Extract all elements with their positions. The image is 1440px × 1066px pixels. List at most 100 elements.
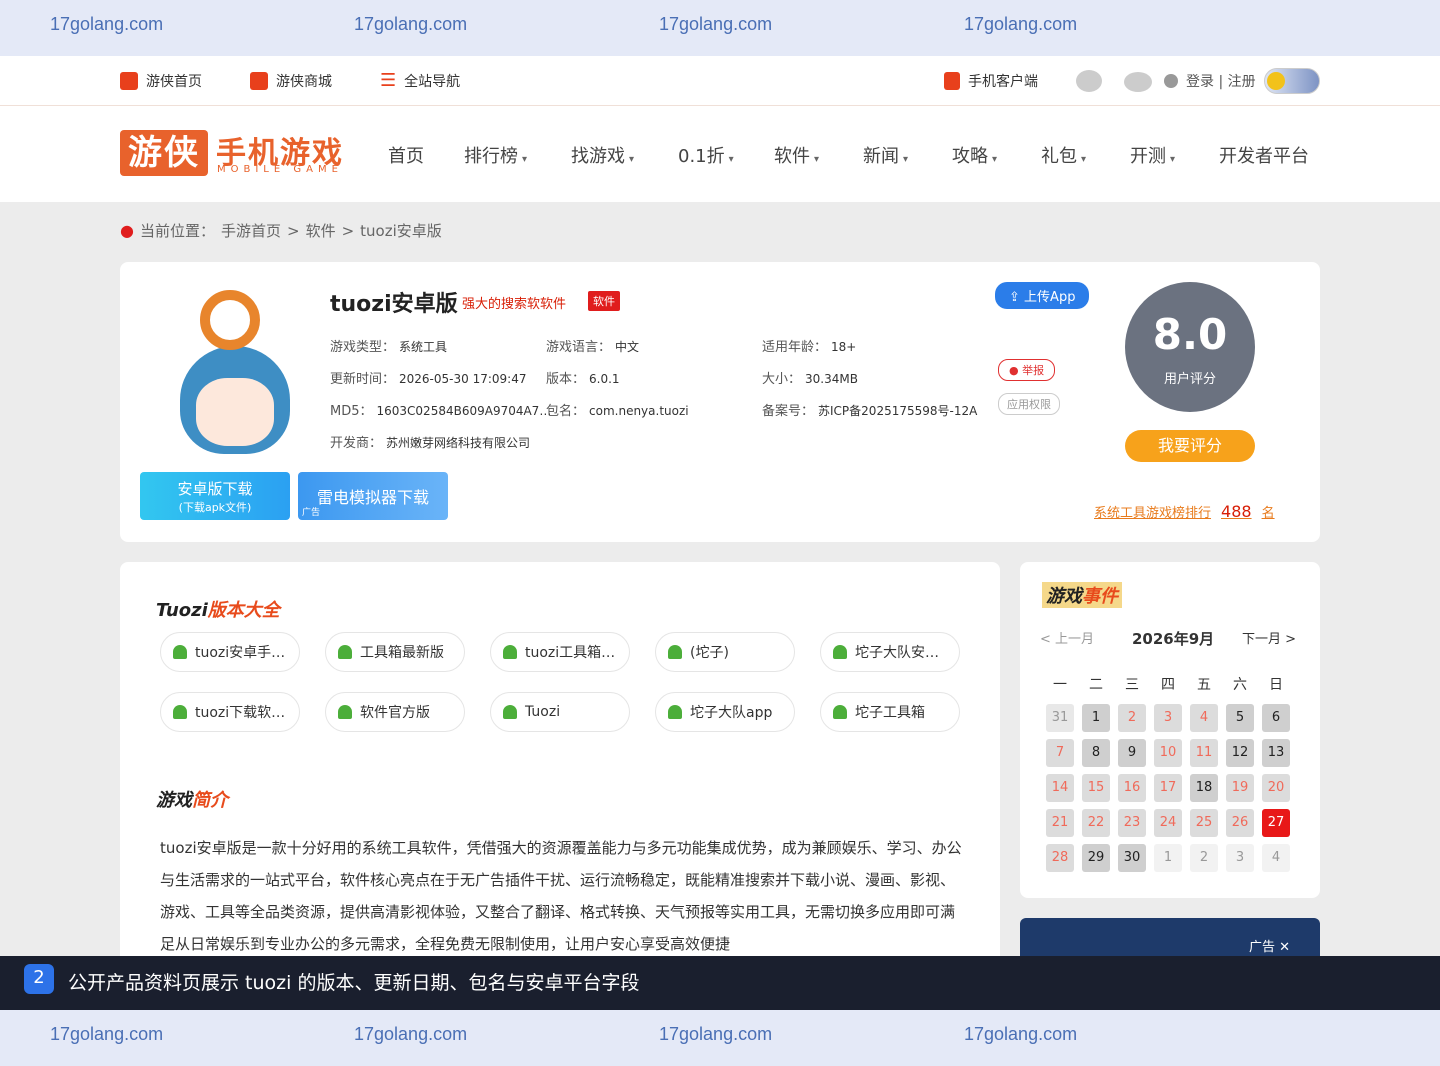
calendar-day[interactable]: 9 <box>1118 739 1146 767</box>
breadcrumb-label: 当前位置： <box>139 222 215 240</box>
mobile-client-link[interactable]: 手机客户端 <box>944 71 1038 91</box>
version-label: 坨子大队app <box>690 705 773 721</box>
next-month-button[interactable]: 下一月 > <box>1242 628 1296 647</box>
watermark-bar-bottom: 17golang.com 17golang.com 17golang.com 1… <box>0 1010 1440 1066</box>
caption-text: 公开产品资料页展示 tuozi 的版本、更新日期、包名与安卓平台字段 <box>68 972 640 994</box>
calendar-day[interactable]: 17 <box>1154 774 1182 802</box>
calendar-day[interactable]: 6 <box>1262 704 1290 732</box>
calendar-day[interactable]: 29 <box>1082 844 1110 872</box>
version-link[interactable]: 坨子工具箱 <box>820 692 960 732</box>
leidian-emulator-download-button[interactable]: 雷电模拟器下载 广告 <box>298 472 448 520</box>
upload-app-button[interactable]: ⇪ 上传App <box>995 282 1090 309</box>
caret-down-icon: ▾ <box>903 154 909 165</box>
nav-home[interactable]: 首页 <box>388 142 424 168</box>
calendar-day[interactable]: 25 <box>1190 809 1218 837</box>
nav-discount[interactable]: 0.1折 ▾ <box>678 142 734 168</box>
watermark-text: 17golang.com <box>964 1024 1078 1044</box>
field-label: 大小： <box>762 372 802 387</box>
calendar-day[interactable]: 1 <box>1082 704 1110 732</box>
sun-icon <box>1267 72 1285 90</box>
calendar-day[interactable]: 22 <box>1082 809 1110 837</box>
version-link[interactable]: 工具箱最新版 <box>325 632 465 672</box>
nav-label: 新闻 <box>863 146 899 167</box>
calendar-day[interactable]: 30 <box>1118 844 1146 872</box>
calendar-day-today[interactable]: 27 <box>1262 809 1290 837</box>
top-nav-mall-link[interactable]: 游侠商城 <box>250 71 332 91</box>
weibo-icon[interactable] <box>1076 70 1102 92</box>
report-button[interactable]: ● 举报 <box>998 359 1056 381</box>
app-title: tuozi安卓版 <box>330 292 458 317</box>
calendar-day[interactable]: 21 <box>1046 809 1074 837</box>
ad-close-button[interactable]: 广告 ✕ <box>1249 936 1290 955</box>
rate-button[interactable]: 我要评分 <box>1125 430 1255 462</box>
nav-news[interactable]: 新闻 ▾ <box>863 142 908 168</box>
calendar-day[interactable]: 15 <box>1082 774 1110 802</box>
calendar-day[interactable]: 12 <box>1226 739 1254 767</box>
calendar-day[interactable]: 13 <box>1262 739 1290 767</box>
prev-month-button[interactable]: < 上一月 <box>1040 628 1094 647</box>
calendar-day[interactable]: 28 <box>1046 844 1074 872</box>
field-label: 更新时间： <box>330 372 396 387</box>
android-download-button[interactable]: 安卓版下载 (下载apk文件) <box>140 472 290 520</box>
calendar-day[interactable]: 4 <box>1262 844 1290 872</box>
sidebar-ad[interactable]: 广告 ✕ <box>1020 918 1320 958</box>
caret-down-icon: ▾ <box>992 154 998 165</box>
nav-gifts[interactable]: 礼包 ▾ <box>1041 142 1086 168</box>
nav-software[interactable]: 软件 ▾ <box>774 142 819 168</box>
version-link[interactable]: tuozi安卓手… <box>160 632 300 672</box>
version-link[interactable]: (坨子) <box>655 632 795 672</box>
nav-developer[interactable]: 开发者平台 <box>1219 142 1309 168</box>
calendar-day[interactable]: 23 <box>1118 809 1146 837</box>
app-permissions-button[interactable]: 应用权限 <box>998 393 1060 415</box>
calendar-day[interactable]: 8 <box>1082 739 1110 767</box>
theme-toggle[interactable] <box>1264 68 1320 94</box>
calendar-day[interactable]: 26 <box>1226 809 1254 837</box>
version-link[interactable]: 软件官方版 <box>325 692 465 732</box>
ad-tag: 广告 <box>302 508 321 518</box>
calendar-day[interactable]: 2 <box>1190 844 1218 872</box>
calendar-day[interactable]: 10 <box>1154 739 1182 767</box>
calendar-day[interactable]: 24 <box>1154 809 1182 837</box>
nav-beta[interactable]: 开测 ▾ <box>1130 142 1175 168</box>
breadcrumb-home-link[interactable]: 手游首页 <box>221 220 281 241</box>
top-nav-sitemap-link[interactable]: ☰ 全站导航 <box>380 71 460 91</box>
calendar-day[interactable]: 2 <box>1118 704 1146 732</box>
nav-find-games[interactable]: 找游戏 ▾ <box>571 142 634 168</box>
top-nav-home-link[interactable]: 游侠首页 <box>120 71 202 91</box>
field-label: 开发商： <box>330 436 383 451</box>
version-link[interactable]: 坨子大队安… <box>820 632 960 672</box>
calendar-day[interactable]: 3 <box>1226 844 1254 872</box>
calendar-day[interactable]: 16 <box>1118 774 1146 802</box>
nav-label: 软件 <box>774 146 810 167</box>
calendar-day[interactable]: 7 <box>1046 739 1074 767</box>
caption-number: 2 <box>24 964 54 994</box>
events-title: 游戏事件 <box>1042 582 1122 608</box>
login-register-label: 登录 | 注册 <box>1186 74 1256 90</box>
calendar-day[interactable]: 19 <box>1226 774 1254 802</box>
calendar-day[interactable]: 4 <box>1190 704 1218 732</box>
calendar-day[interactable]: 1 <box>1154 844 1182 872</box>
calendar-day[interactable]: 11 <box>1190 739 1218 767</box>
version-link[interactable]: Tuozi <box>490 692 630 732</box>
version-label: 软件官方版 <box>360 705 430 721</box>
breadcrumb-separator: > <box>341 221 355 240</box>
calendar-day[interactable]: 18 <box>1190 774 1218 802</box>
version-link[interactable]: 坨子大队app <box>655 692 795 732</box>
phone-app-icon <box>944 72 960 90</box>
wechat-icon[interactable] <box>1124 72 1152 92</box>
version-link[interactable]: tuozi工具箱… <box>490 632 630 672</box>
version-link[interactable]: tuozi下载软… <box>160 692 300 732</box>
calendar-day[interactable]: 14 <box>1046 774 1074 802</box>
calendar-weekday: 五 <box>1197 677 1211 693</box>
logo[interactable]: 游侠 <box>120 130 208 176</box>
category-rank-link[interactable]: 系统工具游戏榜排行 488 名 <box>1094 502 1275 521</box>
upload-app-label: 上传App <box>1024 290 1076 305</box>
calendar-day[interactable]: 20 <box>1262 774 1290 802</box>
calendar-day[interactable]: 3 <box>1154 704 1182 732</box>
nav-guides[interactable]: 攻略 ▾ <box>952 142 997 168</box>
calendar-day[interactable]: 5 <box>1226 704 1254 732</box>
breadcrumb-category-link[interactable]: 软件 <box>306 220 336 241</box>
nav-ranking[interactable]: 排行榜 ▾ <box>464 142 527 168</box>
calendar-day[interactable]: 31 <box>1046 704 1074 732</box>
login-register-link[interactable]: 登录 | 注册 <box>1164 71 1256 91</box>
